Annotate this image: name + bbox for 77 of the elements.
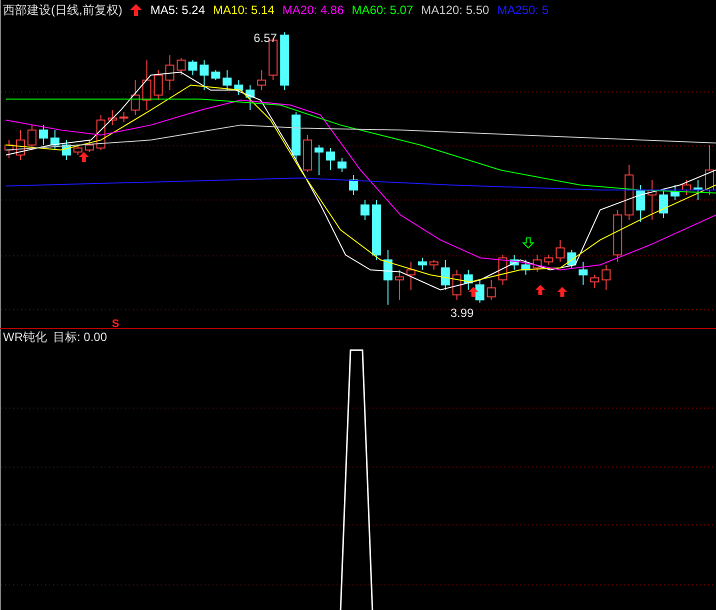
candlestick [590,274,600,288]
moving-average-value: MA250: 5 [497,2,549,19]
candlestick [406,261,416,290]
up-arrow-icon [535,284,546,295]
candlestick [464,269,473,290]
candlestick [532,254,542,272]
candlestick [602,264,611,290]
high-price-label: 6.57 [254,31,277,46]
candlestick [613,209,622,262]
candlestick [360,199,370,220]
candlestick [394,269,404,300]
moving-average-value: MA5: 5.24 [150,2,206,19]
candlestick [303,134,312,172]
candlestick [176,58,186,76]
candlestick [38,124,48,146]
moving-average-value: MA20: 4.86 [282,2,344,19]
candlestick [211,70,220,81]
candlestick [372,199,381,260]
candlestick [567,249,576,268]
candlestick [670,184,680,200]
candlestick [521,259,530,276]
up-arrow-icon [557,286,568,297]
candlestick [452,269,462,300]
candlestick [154,70,163,101]
down-arrow-icon [522,237,534,249]
up-arrow-icon [130,4,142,16]
candlestick [16,130,25,161]
candlestick [84,140,94,153]
candlestick [556,239,565,262]
candlestick [234,80,244,96]
candlestick [108,110,117,126]
candlestick [659,189,668,218]
candlestick [338,158,347,172]
candlestick [50,130,60,151]
candlestick [200,60,209,91]
candlestick [486,279,496,300]
candlestick [694,180,703,200]
low-price-label: 3.99 [450,306,474,320]
candlestick [648,180,657,220]
candlestick [222,70,232,91]
candlestick [62,140,71,161]
candlestick [246,84,255,111]
candlestick [544,254,554,266]
candlestick [314,144,324,176]
candlestick [165,54,174,91]
candlestick [429,259,438,270]
moving-average-value: MA10: 5.14 [213,2,274,19]
candlestick [349,174,358,196]
up-arrow-icon [78,152,89,162]
candlestick [130,80,140,116]
candlestick [292,112,301,161]
candlestick [475,279,484,304]
candlestick [27,124,36,151]
up-arrow-icon [468,286,478,297]
chart-title: 西部建设(日线,前复权) [3,2,122,19]
candlestick [440,259,450,290]
candlestick [636,184,646,222]
candlestick [4,140,14,159]
candlestick [624,164,634,220]
candlestick [188,60,198,76]
candlestick [73,144,82,156]
candlestick [326,148,336,170]
candlestick [257,70,266,91]
candlestick [578,261,588,286]
moving-average-value: MA120: 5.50 [421,2,490,19]
indicator-target: 目标: 0.00 [53,329,108,346]
candlestick [383,249,392,306]
candlestick [498,254,508,286]
candlestick [142,60,152,111]
candlestick [119,112,128,123]
candlestick [682,180,692,196]
signal-mark: S [112,318,120,328]
indicator-name: WR钝化 [3,329,47,346]
candlestick [280,32,290,91]
candlestick [418,257,427,270]
candlestick [510,254,519,270]
moving-average-value: MA60: 5.07 [352,2,414,19]
